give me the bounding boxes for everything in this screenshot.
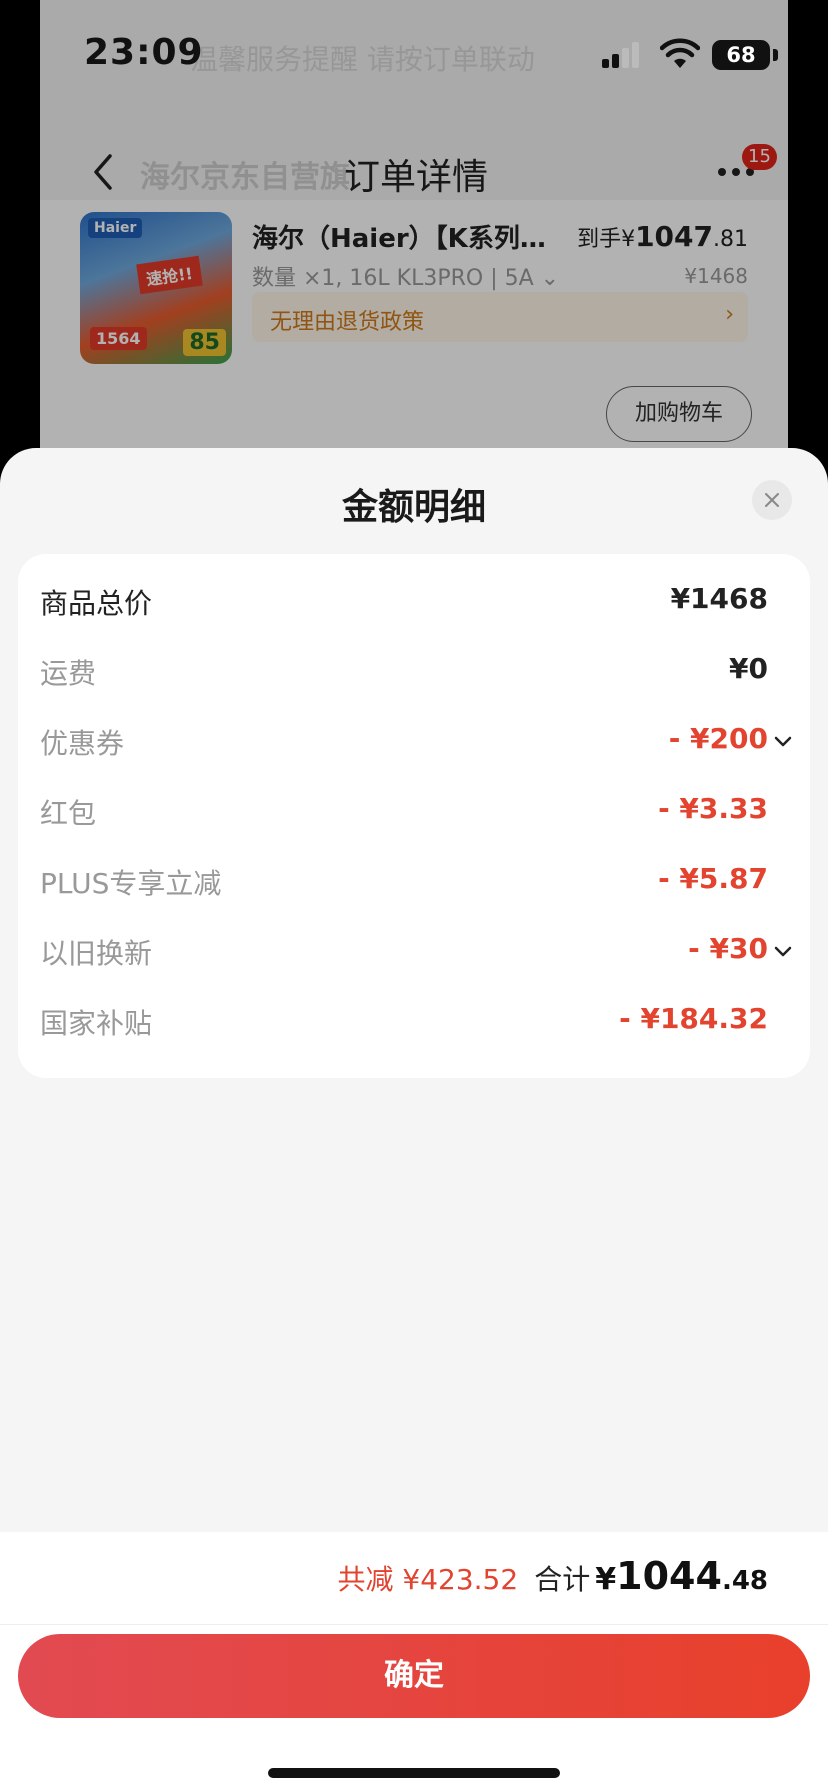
amount-detail-card: 商品总价 ¥1468 运费 ¥0 优惠券 - ¥200 红包 - ¥3.33 P…: [18, 554, 810, 1078]
row-label: 红包: [40, 797, 97, 830]
total-decimal: .48: [721, 1566, 768, 1596]
row-value: - ¥30: [688, 932, 768, 965]
row-label: 商品总价: [40, 587, 153, 620]
row-label: 优惠券: [40, 727, 125, 760]
divider: [0, 1624, 828, 1625]
row-label: 运费: [40, 657, 97, 690]
confirm-button[interactable]: 确定: [18, 1634, 810, 1718]
row-value: - ¥5.87: [658, 862, 768, 895]
row-shipping: 运费 ¥0: [18, 636, 810, 706]
row-value: ¥1468: [670, 582, 768, 615]
battery-icon: 68: [712, 40, 770, 70]
signal-icon: [602, 42, 642, 68]
status-time: 23:09: [84, 32, 204, 73]
row-red-packet: 红包 - ¥3.33: [18, 776, 810, 846]
amount-detail-sheet: 金额明细 商品总价 ¥1468 运费 ¥0 优惠券 - ¥200 红包 - ¥3…: [0, 448, 828, 1792]
chevron-down-icon[interactable]: [774, 946, 792, 958]
row-value: - ¥200: [668, 722, 768, 755]
footer-bar: 共减 ¥423.52 合计 ¥1044.48 确定: [0, 1532, 828, 1792]
status-bar: 23:09 68: [0, 0, 828, 110]
home-indicator[interactable]: [268, 1768, 560, 1778]
close-icon: [765, 493, 779, 507]
price-summary: 共减 ¥423.52 合计 ¥1044.48: [337, 1554, 768, 1598]
row-goods-total: 商品总价 ¥1468: [18, 566, 810, 636]
row-state-subsidy: 国家补贴 - ¥184.32: [18, 986, 810, 1056]
battery-tip: [773, 49, 778, 61]
row-trade-in[interactable]: 以旧换新 - ¥30: [18, 916, 810, 986]
total-currency: ¥: [595, 1562, 617, 1597]
wifi-icon: [660, 38, 700, 68]
row-label: 国家补贴: [40, 1007, 153, 1040]
sheet-title: 金额明细: [341, 487, 486, 528]
total-integer: 1044: [616, 1554, 722, 1598]
chevron-down-icon[interactable]: [774, 736, 792, 748]
row-plus-discount: PLUS专享立减 - ¥5.87: [18, 846, 810, 916]
row-value: - ¥184.32: [619, 1002, 768, 1035]
total-saved: 共减 ¥423.52: [337, 1563, 519, 1596]
row-value: - ¥3.33: [658, 792, 768, 825]
row-coupon[interactable]: 优惠券 - ¥200: [18, 706, 810, 776]
close-button[interactable]: [752, 480, 792, 520]
total-label: 合计: [534, 1563, 591, 1596]
row-label: 以旧换新: [40, 937, 153, 970]
row-value: ¥0: [729, 652, 768, 685]
row-label: PLUS专享立减: [40, 867, 222, 900]
